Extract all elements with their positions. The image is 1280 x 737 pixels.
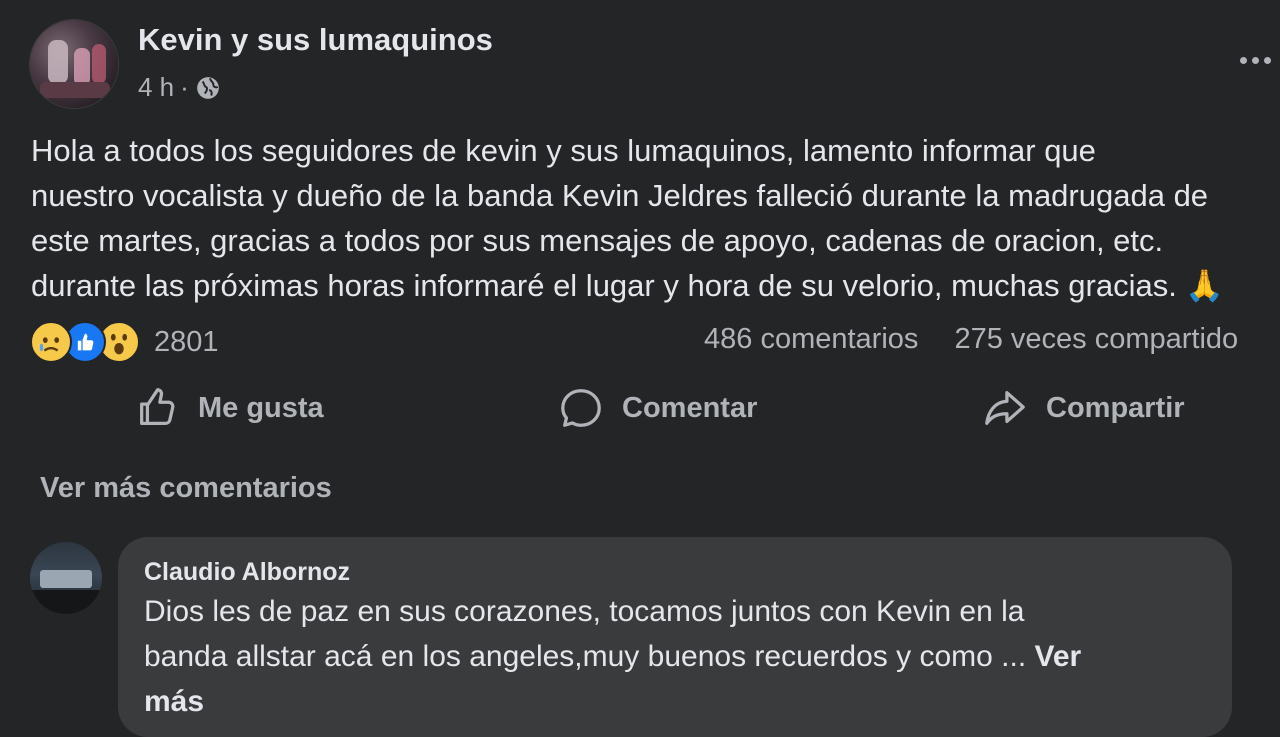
post-action-bar: Me gusta Comentar Compartir xyxy=(0,385,1280,437)
comment-author[interactable]: Claudio Albornoz xyxy=(144,558,350,587)
globe-icon[interactable] xyxy=(195,75,221,101)
meta-separator: · xyxy=(180,72,189,102)
reaction-count[interactable]: 2801 xyxy=(154,326,219,359)
see-more-link[interactable]: Ver xyxy=(1035,640,1082,673)
post-text-line: nuestro vocalista y dueño de la banda Ke… xyxy=(31,178,1209,213)
post-author-name[interactable]: Kevin y sus lumaquinos xyxy=(138,22,493,58)
share-button-label: Compartir xyxy=(1046,391,1185,424)
comment-text: Dios les de paz en sus corazones, tocamo… xyxy=(144,589,1204,724)
reactions-summary[interactable]: 2801 xyxy=(30,320,219,364)
post-text-line: este martes, gracias a todos por sus men… xyxy=(31,223,1164,258)
engagement-counts: 486 comentarios 275 veces compartido xyxy=(704,323,1238,356)
like-button-label: Me gusta xyxy=(198,391,324,424)
thumbs-up-icon xyxy=(140,388,175,425)
share-count[interactable]: 275 veces compartido xyxy=(954,323,1238,355)
post-meta: 4 h · xyxy=(138,72,221,103)
page-avatar[interactable] xyxy=(30,20,118,108)
share-button[interactable]: Compartir xyxy=(982,385,1185,431)
comment-bubble-icon xyxy=(561,389,601,427)
commenter-avatar[interactable] xyxy=(30,542,102,614)
comment-text-line: banda allstar acá en los angeles,muy bue… xyxy=(144,640,1035,673)
sad-emoji-icon xyxy=(30,321,72,363)
post-text-line: Hola a todos los seguidores de kevin y s… xyxy=(31,133,1096,168)
post-time[interactable]: 4 h xyxy=(138,72,174,103)
post-body: Hola a todos los seguidores de kevin y s… xyxy=(31,128,1280,308)
comment-count[interactable]: 486 comentarios xyxy=(704,323,918,355)
more-options-icon[interactable] xyxy=(1240,50,1280,70)
share-arrow-icon xyxy=(985,391,1025,425)
like-button[interactable]: Me gusta xyxy=(134,385,324,431)
comment-button[interactable]: Comentar xyxy=(558,385,757,431)
post-text-line: durante las próximas horas informaré el … xyxy=(31,268,1225,303)
comment-text-line: Dios les de paz en sus corazones, tocamo… xyxy=(144,595,1025,628)
see-more-comments-link[interactable]: Ver más comentarios xyxy=(40,472,332,505)
see-more-link-continued[interactable]: más xyxy=(144,685,204,718)
comment-button-label: Comentar xyxy=(622,391,758,424)
